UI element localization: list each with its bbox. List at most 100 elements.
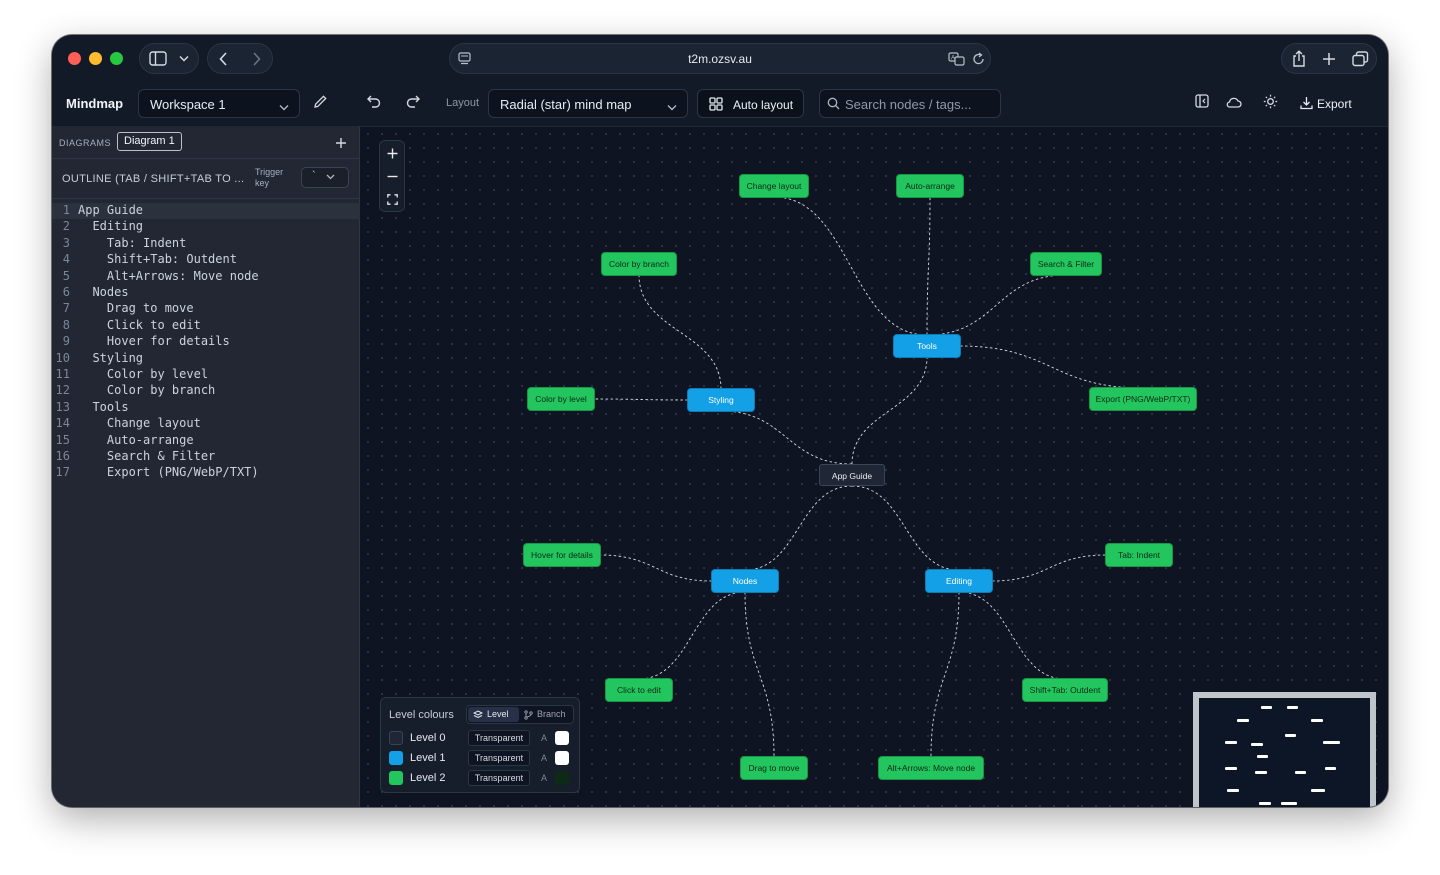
outline-line[interactable]: 14 Change layout: [52, 416, 360, 432]
mindmap-node-export[interactable]: Export (PNG/WebP/TXT): [1090, 388, 1196, 410]
mindmap-edge: [744, 591, 775, 758]
outline-line[interactable]: 1 App Guide: [52, 203, 360, 220]
outline-line[interactable]: 15 Auto-arrange: [52, 433, 360, 449]
mindmap-node-editing[interactable]: Editing: [926, 570, 992, 592]
zoom-in-button[interactable]: [380, 142, 404, 165]
rename-workspace-button[interactable]: [307, 89, 333, 118]
outline-line[interactable]: 13 Tools: [52, 400, 360, 416]
outline-line[interactable]: 2 Editing: [52, 219, 360, 235]
cloud-sync-button[interactable]: [1221, 89, 1247, 118]
mindmap-node-change-layout[interactable]: Change layout: [740, 175, 808, 197]
line-text: Tools: [78, 399, 129, 414]
minimap-node: [1257, 755, 1268, 758]
line-number: 17: [55, 465, 70, 480]
level-fill-select[interactable]: Transparent: [468, 770, 530, 786]
mindmap-canvas[interactable]: App Guide Editing Nodes Styling Tools Tab: In…: [361, 127, 1388, 807]
text-color-swatch[interactable]: [555, 751, 569, 765]
trigger-key-select[interactable]: `: [301, 167, 349, 188]
cloud-icon: [1226, 95, 1242, 113]
outline-line[interactable]: 5 Alt+Arrows: Move node: [52, 269, 360, 285]
outline-line[interactable]: 12 Color by branch: [52, 383, 360, 399]
layout-select[interactable]: Radial (star) mind map: [488, 89, 688, 118]
mindmap-node-search-filter[interactable]: Search & Filter: [1031, 253, 1101, 275]
pencil-icon: [313, 94, 328, 114]
outline-line[interactable]: 17 Export (PNG/WebP/TXT): [52, 465, 360, 481]
zoom-out-button[interactable]: [380, 165, 404, 188]
mindmap-edge: [599, 554, 713, 582]
level-swatch[interactable]: [389, 771, 403, 785]
undo-button[interactable]: [361, 89, 387, 118]
mindmap-node-hover[interactable]: Hover for details: [524, 544, 600, 566]
back-icon[interactable]: [219, 52, 228, 66]
mindmap-edge: [638, 591, 746, 680]
outline-line[interactable]: 7 Drag to move: [52, 301, 360, 317]
mindmap-node-auto-arrange[interactable]: Auto-arrange: [897, 175, 963, 197]
level-fill-select[interactable]: Transparent: [468, 750, 530, 766]
forward-icon[interactable]: [252, 52, 261, 66]
sidebar-toggle-button[interactable]: [139, 43, 199, 74]
fit-screen-icon: [386, 194, 398, 205]
mindmap-node-root[interactable]: App Guide: [819, 464, 885, 486]
new-tab-icon[interactable]: [1322, 52, 1336, 66]
mindmap-node-nodes[interactable]: Nodes: [712, 570, 778, 592]
outline-line[interactable]: 11 Color by level: [52, 367, 360, 383]
mindmap-node-drag[interactable]: Drag to move: [741, 757, 807, 779]
minimap[interactable]: [1193, 692, 1376, 807]
branch-icon: [524, 710, 533, 720]
level-name: Level 2: [410, 772, 446, 784]
auto-layout-button[interactable]: Auto layout: [697, 89, 804, 118]
line-text: Auto-arrange: [78, 432, 194, 447]
level-fill-select[interactable]: Transparent: [468, 730, 530, 746]
text-color-swatch[interactable]: [555, 731, 569, 745]
mindmap-node-shift-tab[interactable]: Shift+Tab: Outdent: [1023, 679, 1107, 701]
mindmap-node-color-level[interactable]: Color by level: [528, 388, 594, 410]
minimize-window-button[interactable]: [89, 52, 102, 65]
color-mode-branch[interactable]: Branch: [521, 707, 573, 722]
export-button[interactable]: Export: [1292, 89, 1368, 118]
mindmap-edge: [851, 485, 960, 571]
plus-icon: [336, 138, 346, 148]
close-window-button[interactable]: [68, 52, 81, 65]
reload-icon[interactable]: [972, 52, 985, 66]
mindmap-edge: [851, 356, 928, 465]
line-number: 14: [55, 416, 70, 431]
mindmap-node-click[interactable]: Click to edit: [606, 679, 672, 701]
outline-line[interactable]: 16 Search & Filter: [52, 449, 360, 465]
minimap-node: [1237, 719, 1249, 722]
zoom-window-button[interactable]: [110, 52, 123, 65]
outline-line[interactable]: 6 Nodes: [52, 285, 360, 301]
translate-icon[interactable]: A: [948, 52, 966, 66]
color-mode-level[interactable]: Level: [468, 707, 519, 722]
redo-button[interactable]: [400, 89, 426, 118]
toggle-panel-button[interactable]: [1189, 89, 1215, 118]
tab-overview-icon[interactable]: [1352, 51, 1369, 67]
minus-icon: [387, 175, 397, 178]
workspace-select[interactable]: Workspace 1: [138, 89, 300, 118]
mindmap-node-tab-indent[interactable]: Tab: Indent: [1106, 544, 1172, 566]
outline-line[interactable]: 10 Styling: [52, 351, 360, 367]
diagram-tab[interactable]: Diagram 1: [117, 132, 182, 151]
outline-line[interactable]: 8 Click to edit: [52, 318, 360, 334]
search-input[interactable]: [845, 96, 995, 112]
diagrams-header: DIAGRAMS Diagram 1: [52, 127, 360, 159]
outline-line[interactable]: 4 Shift+Tab: Outdent: [52, 252, 360, 268]
mindmap-edge: [991, 554, 1107, 582]
mindmap-node-tools[interactable]: Tools: [894, 335, 960, 357]
level-swatch[interactable]: [389, 751, 403, 765]
mindmap-node-color-branch[interactable]: Color by branch: [602, 253, 676, 275]
layers-icon: [473, 710, 483, 719]
legend-row: Level 2 Transparent A: [389, 770, 575, 786]
outline-line[interactable]: 3 Tab: Indent: [52, 236, 360, 252]
browser-chrome: t2m.ozsv.au A: [52, 35, 1388, 81]
mindmap-edge: [744, 485, 853, 571]
mindmap-node-alt-arrows[interactable]: Alt+Arrows: Move node: [879, 757, 983, 779]
fit-view-button[interactable]: [380, 188, 404, 211]
text-color-swatch[interactable]: [555, 771, 569, 785]
share-icon[interactable]: [1291, 50, 1307, 68]
address-bar[interactable]: t2m.ozsv.au A: [449, 43, 991, 74]
add-diagram-button[interactable]: [332, 134, 350, 152]
theme-toggle-button[interactable]: [1257, 89, 1283, 118]
level-swatch[interactable]: [389, 731, 403, 745]
outline-line[interactable]: 9 Hover for details: [52, 334, 360, 350]
mindmap-node-styling[interactable]: Styling: [688, 389, 754, 411]
